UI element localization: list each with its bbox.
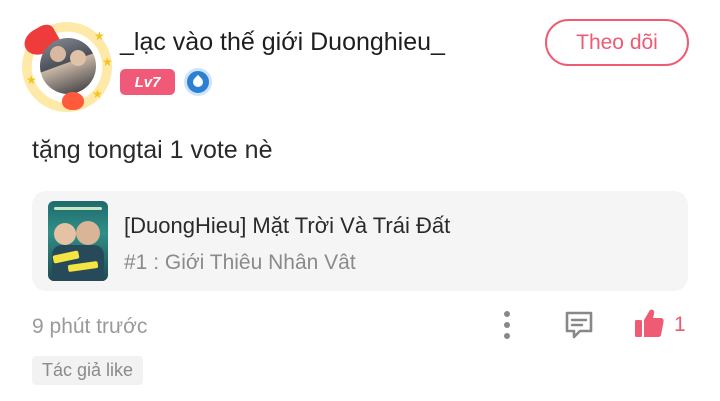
avatar-photo <box>40 38 96 94</box>
author-like-badge: Tác giả like <box>32 356 144 385</box>
like-button[interactable]: 1 <box>632 306 694 344</box>
thumbs-up-icon <box>632 306 666 345</box>
star-icon: ★ <box>102 55 113 69</box>
star-icon: ★ <box>92 87 103 101</box>
avatar[interactable]: ★ ★ ★ ★ <box>19 21 113 112</box>
follow-button[interactable]: Theo dõi <box>545 19 689 66</box>
story-cover-thumbnail <box>48 201 108 281</box>
story-chapter: #1 : Giới Thiêu Nhân Vât <box>124 251 356 274</box>
story-title: [DuongHieu] Mặt Trời Và Trái Đất <box>124 213 451 238</box>
comment-text: tặng tongtai 1 vote nè <box>32 136 273 164</box>
comment-timestamp: 9 phút trước <box>32 315 148 338</box>
more-vertical-icon[interactable] <box>496 309 518 341</box>
star-icon: ★ <box>26 73 37 87</box>
water-drop-badge-icon <box>184 68 212 96</box>
like-count: 1 <box>674 313 686 336</box>
level-badge: Lv7 <box>120 69 175 95</box>
username[interactable]: _lạc vào thế giới Duonghieu_ <box>120 28 445 57</box>
avatar-mascot-decoration <box>62 92 84 110</box>
story-card[interactable]: [DuongHieu] Mặt Trời Và Trái Đất #1 : Gi… <box>32 191 688 291</box>
comment-icon[interactable] <box>562 308 596 342</box>
star-icon: ★ <box>94 29 105 43</box>
